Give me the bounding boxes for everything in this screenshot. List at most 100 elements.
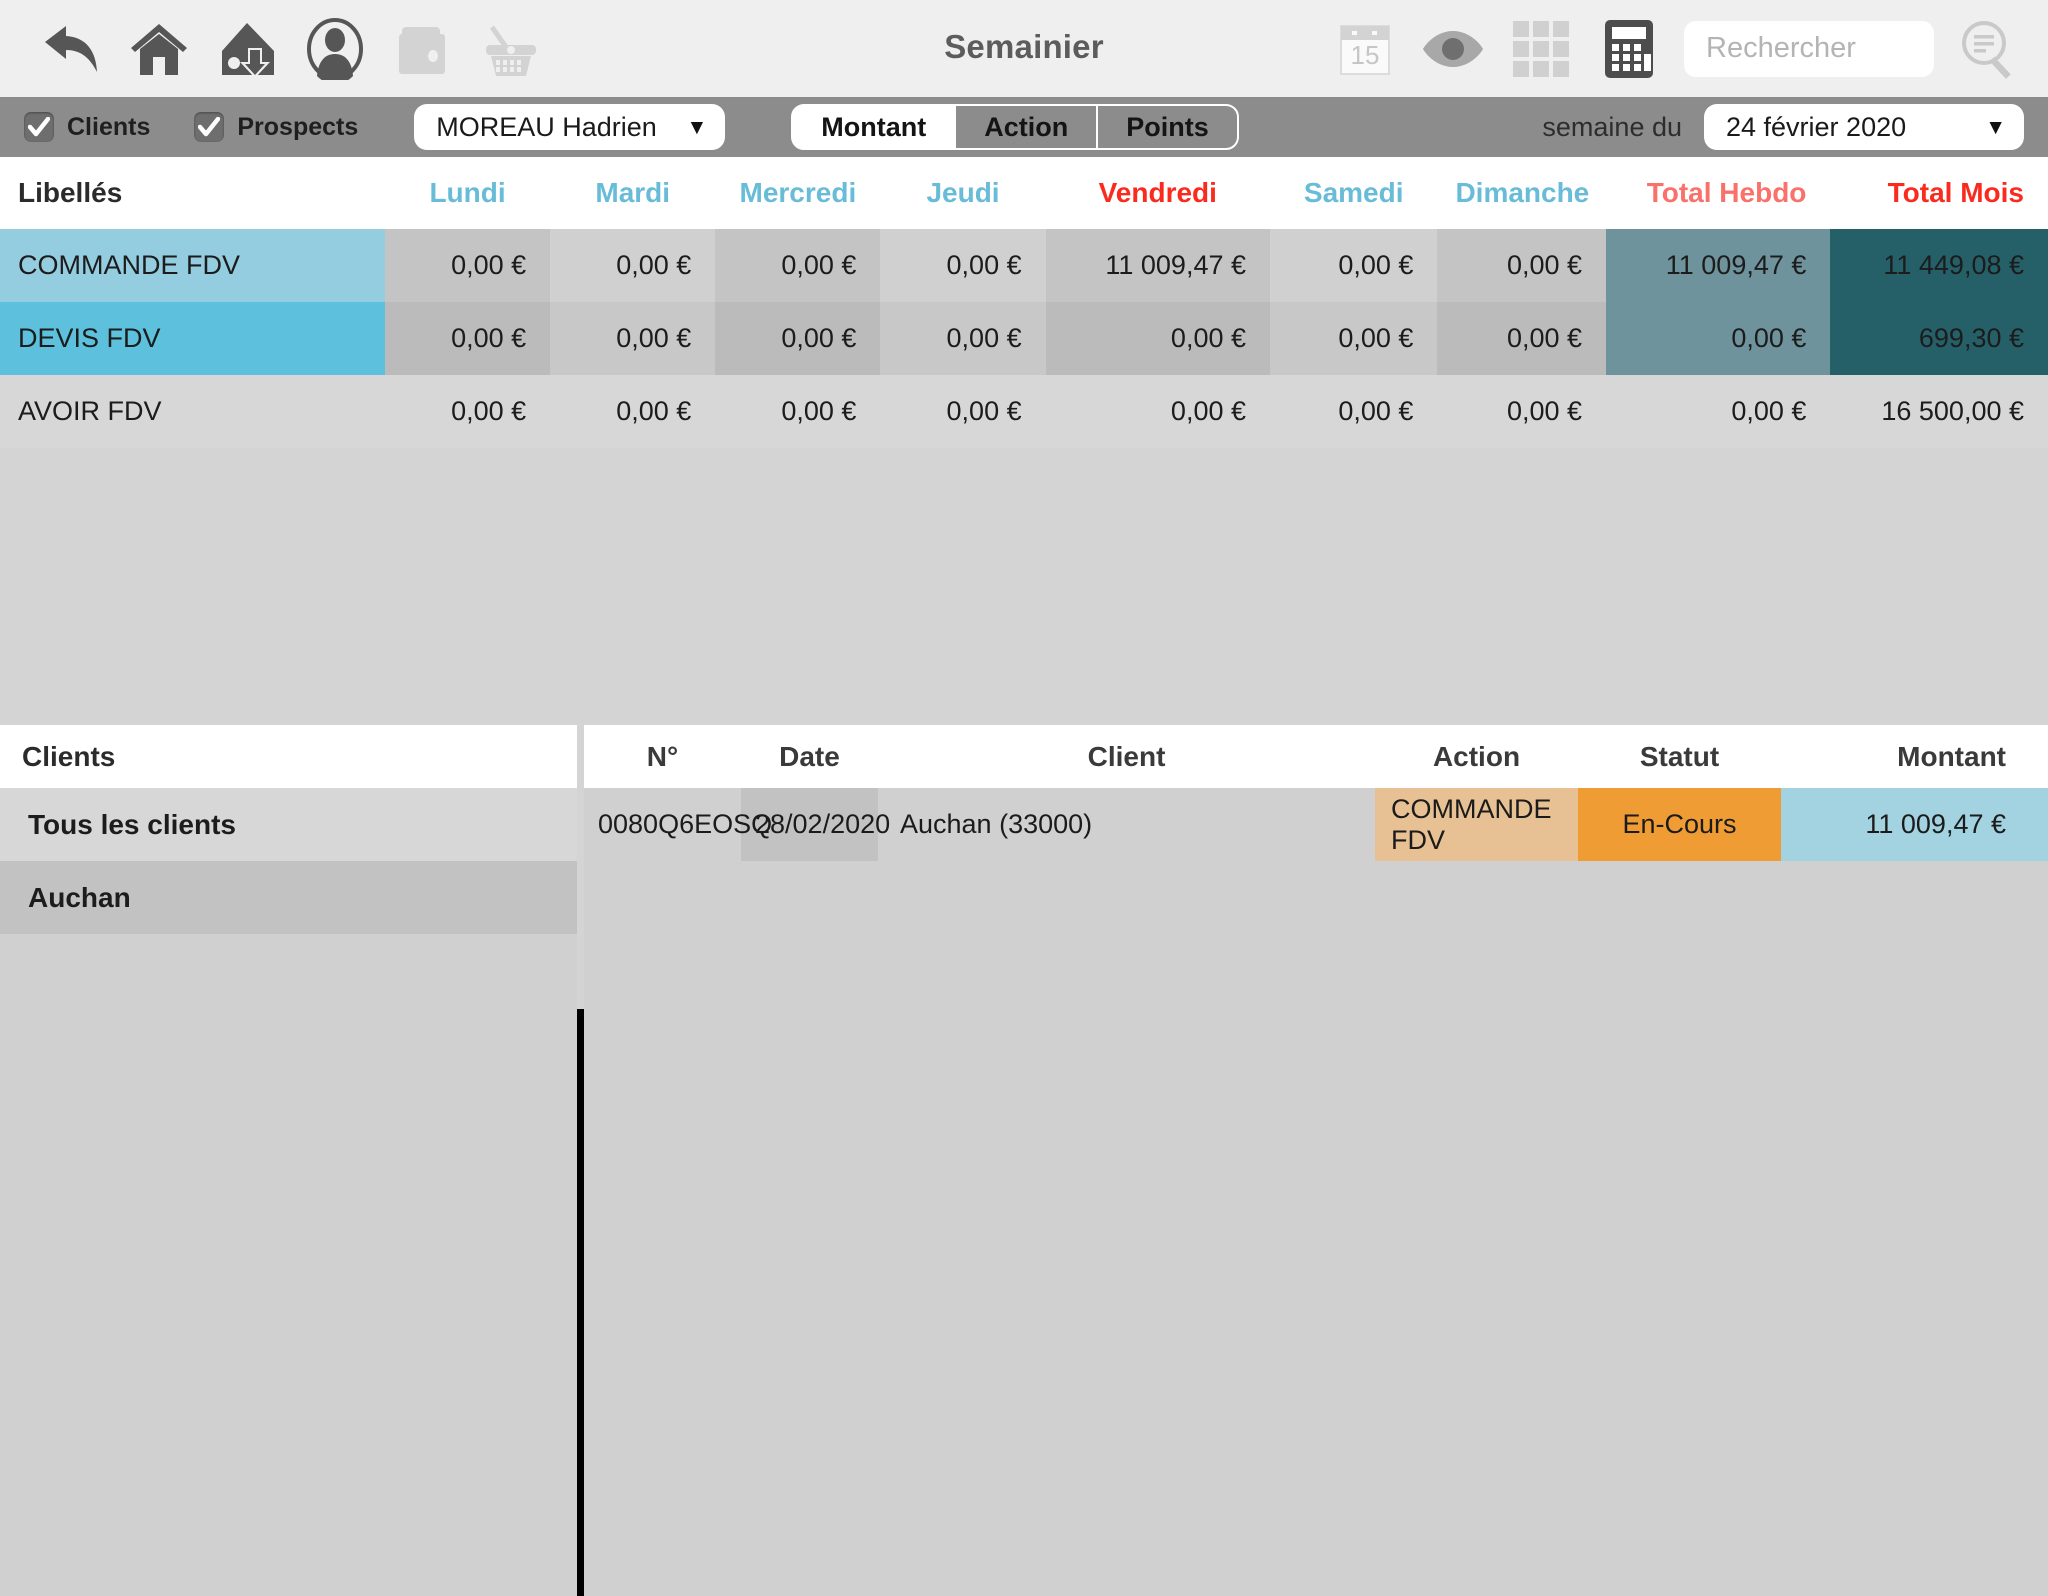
list-item[interactable]: Tous les clients <box>0 788 577 861</box>
cell-mercredi: 0,00 € <box>715 375 881 448</box>
toolbar-left-group <box>0 16 544 82</box>
col-header-libelles[interactable]: Libellés <box>0 157 385 229</box>
prospects-checkbox[interactable]: Prospects <box>194 112 358 142</box>
row-label: COMMANDE FDV <box>0 229 385 302</box>
cell-dimanche: 0,00 € <box>1437 229 1607 302</box>
cell-lundi: 0,00 € <box>384 302 551 375</box>
chevron-down-icon: ▼ <box>686 115 708 139</box>
cell-total-hebdo: 0,00 € <box>1606 375 1831 448</box>
cell-mardi: 0,00 € <box>550 229 716 302</box>
col-header-numero[interactable]: N° <box>584 725 741 788</box>
cell-jeudi: 0,00 € <box>880 375 1046 448</box>
svg-text:15: 15 <box>1351 40 1380 70</box>
cell-jeudi: 0,00 € <box>880 302 1046 375</box>
checkbox-box[interactable] <box>194 112 225 142</box>
col-header-mercredi[interactable]: Mercredi <box>715 157 881 229</box>
cell-total-mois: 699,30 € <box>1830 302 2048 375</box>
eye-icon[interactable] <box>1420 16 1486 82</box>
clients-checkbox-label: Clients <box>67 112 151 141</box>
col-header-client[interactable]: Client <box>878 725 1375 788</box>
cell-total-mois: 11 449,08 € <box>1830 229 2048 302</box>
cell-samedi: 0,00 € <box>1270 375 1438 448</box>
col-header-action[interactable]: Action <box>1375 725 1578 788</box>
tab-points[interactable]: Points <box>1098 106 1237 148</box>
clients-panel-header: Clients <box>0 725 577 788</box>
col-header-samedi[interactable]: Samedi <box>1270 157 1438 229</box>
bottom-split: Clients Tous les clients Auchan N° Date … <box>0 725 2048 1596</box>
cell-total-hebdo: 11 009,47 € <box>1606 229 1831 302</box>
cell-action: COMMANDE FDV <box>1375 788 1578 861</box>
table-row[interactable]: DEVIS FDV 0,00 € 0,00 € 0,00 € 0,00 € 0,… <box>0 302 2048 375</box>
app-window: Semainier 15 Rechercher Clients Prospect… <box>0 0 2048 1596</box>
back-arrow-icon[interactable] <box>38 16 104 82</box>
briefcase-icon[interactable] <box>390 16 456 82</box>
chevron-down-icon: ▼ <box>1985 115 2006 139</box>
checkbox-box[interactable] <box>24 112 54 142</box>
calendar-icon[interactable]: 15 <box>1332 16 1398 82</box>
top-toolbar: Semainier 15 <box>0 0 2048 97</box>
col-header-jeudi[interactable]: Jeudi <box>880 157 1046 229</box>
search-filter-icon[interactable] <box>1956 16 2022 82</box>
cell-mardi: 0,00 € <box>550 302 716 375</box>
cell-jeudi: 0,00 € <box>880 229 1046 302</box>
col-header-vendredi[interactable]: Vendredi <box>1045 157 1270 229</box>
cell-vendredi: 0,00 € <box>1045 302 1270 375</box>
col-header-mardi[interactable]: Mardi <box>550 157 716 229</box>
col-header-lundi[interactable]: Lundi <box>384 157 551 229</box>
basket-icon[interactable] <box>478 16 544 82</box>
weekly-summary-table: Libellés Lundi Mardi Mercredi Jeudi Vend… <box>0 157 2048 448</box>
cell-vendredi: 0,00 € <box>1045 375 1270 448</box>
col-header-statut[interactable]: Statut <box>1578 725 1781 788</box>
grid-icon[interactable] <box>1508 16 1574 82</box>
toolbar-right-group: 15 <box>1332 0 2022 97</box>
cell-date: 28/02/2020 <box>741 788 890 861</box>
list-item[interactable]: Auchan <box>0 861 577 934</box>
table-row[interactable]: COMMANDE FDV 0,00 € 0,00 € 0,00 € 0,00 €… <box>0 229 2048 302</box>
table-row[interactable]: AVOIR FDV 0,00 € 0,00 € 0,00 € 0,00 € 0,… <box>0 375 2048 448</box>
view-mode-segmented-control: Montant Action Points <box>791 104 1239 150</box>
cell-total-hebdo: 0,00 € <box>1606 302 1831 375</box>
cell-total-mois: 16 500,00 € <box>1830 375 2048 448</box>
contact-icon[interactable] <box>302 16 368 82</box>
table-header-row: N° Date Client Action Statut Montant <box>584 725 2048 788</box>
cell-dimanche: 0,00 € <box>1437 375 1607 448</box>
cell-client: Auchan (33000) <box>878 788 1375 861</box>
clients-panel: Clients Tous les clients Auchan <box>0 725 577 1596</box>
row-label: AVOIR FDV <box>0 375 385 448</box>
table-header-row: Libellés Lundi Mardi Mercredi Jeudi Vend… <box>0 157 2048 229</box>
weekly-summary-grid: Libellés Lundi Mardi Mercredi Jeudi Vend… <box>0 157 2048 1009</box>
search-input-wrapper[interactable] <box>1684 20 1934 77</box>
filter-bar: Clients Prospects MOREAU Hadrien ▼ Monta… <box>0 97 2048 157</box>
cell-dimanche: 0,00 € <box>1437 302 1607 375</box>
home-download-icon[interactable] <box>214 16 280 82</box>
cell-vendredi: 11 009,47 € <box>1045 229 1270 302</box>
table-row[interactable]: 0080Q6EOSQ 28/02/2020 Auchan (33000) COM… <box>584 788 2048 861</box>
row-label: DEVIS FDV <box>0 302 385 375</box>
cell-mercredi: 0,00 € <box>715 229 881 302</box>
prospects-checkbox-label: Prospects <box>237 112 359 141</box>
col-header-total-mois[interactable]: Total Mois <box>1830 157 2048 229</box>
col-header-date[interactable]: Date <box>741 725 878 788</box>
week-label: semaine du <box>1542 111 1682 142</box>
person-select[interactable]: MOREAU Hadrien ▼ <box>414 104 726 150</box>
cell-numero: 0080Q6EOSQ <box>584 788 772 861</box>
col-header-dimanche[interactable]: Dimanche <box>1437 157 1607 229</box>
tab-action[interactable]: Action <box>956 106 1099 148</box>
cell-mardi: 0,00 € <box>550 375 716 448</box>
documents-table: N° Date Client Action Statut Montant 008… <box>584 725 2048 861</box>
cell-lundi: 0,00 € <box>384 375 551 448</box>
status-badge: En-Cours <box>1578 788 1781 861</box>
tab-montant[interactable]: Montant <box>793 106 957 148</box>
week-select[interactable]: 24 février 2020 ▼ <box>1704 104 2024 150</box>
clients-checkbox[interactable]: Clients <box>24 112 150 142</box>
cell-lundi: 0,00 € <box>384 229 551 302</box>
col-header-montant[interactable]: Montant <box>1781 725 2048 788</box>
home-icon[interactable] <box>126 16 192 82</box>
week-select-value: 24 février 2020 <box>1726 111 1907 142</box>
col-header-total-hebdo[interactable]: Total Hebdo <box>1606 157 1831 229</box>
cell-samedi: 0,00 € <box>1270 229 1438 302</box>
cell-samedi: 0,00 € <box>1270 302 1438 375</box>
calculator-icon[interactable] <box>1596 16 1662 82</box>
search-input[interactable] <box>1704 31 1914 66</box>
documents-panel: N° Date Client Action Statut Montant 008… <box>584 725 2048 1596</box>
